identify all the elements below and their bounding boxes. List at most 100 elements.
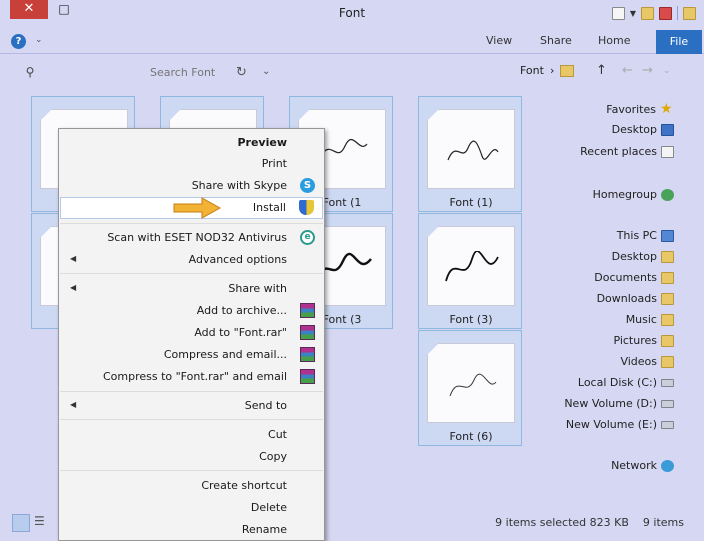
drive-icon (661, 378, 674, 387)
recent-locations-icon[interactable]: ⌄ (663, 66, 671, 76)
nav-label: Favorites (606, 102, 656, 116)
details-view-button[interactable] (34, 514, 52, 532)
nav-homegroup[interactable]: Homegroup (593, 188, 674, 201)
nav-pc-desktop[interactable]: Desktop (612, 250, 674, 263)
font-file-icon (427, 343, 515, 423)
computer-icon (661, 229, 674, 242)
file-tile[interactable]: Font (3) (418, 213, 522, 329)
menu-item-scan-eset[interactable]: Scan with ESET NOD32 Antivirus e (60, 228, 323, 248)
menu-item-compress-email[interactable]: Compress and email... (60, 345, 323, 365)
submenu-arrow-icon: ◀ (70, 283, 77, 292)
file-tile[interactable]: Font (1) (418, 96, 522, 212)
nav-desktop[interactable]: Desktop (612, 123, 674, 136)
menu-item-cut[interactable]: Cut (60, 425, 323, 445)
nav-pictures[interactable]: Pictures (613, 334, 674, 347)
quick-access-toolbar: ▼ (611, 5, 696, 21)
navigation-pane: Favorites ★ Desktop Recent places Homegr… (540, 96, 704, 496)
nav-label: Recent places (580, 145, 657, 158)
drive-icon (661, 399, 674, 408)
explorer-folder-icon (683, 6, 696, 20)
menu-item-label: Compress and email... (163, 348, 287, 361)
breadcrumb[interactable]: Font › (520, 64, 575, 77)
nav-label: Homegroup (592, 188, 657, 201)
menu-item-label: Create shortcut (201, 479, 287, 492)
menu-item-label: Copy (259, 450, 287, 463)
nav-new-volume-e[interactable]: New Volume (E:) (566, 418, 674, 431)
nav-label: Desktop (611, 123, 657, 136)
nav-label: Pictures (613, 334, 657, 347)
nav-videos[interactable]: Videos (620, 355, 674, 368)
menu-item-rename[interactable]: Rename (60, 520, 323, 540)
chevron-down-icon[interactable]: ⌄ (35, 35, 43, 45)
nav-new-volume-d[interactable]: New Volume (D:) (564, 397, 674, 410)
back-arrow-icon[interactable]: → (642, 63, 653, 78)
menu-item-print[interactable]: Print (60, 154, 323, 174)
menu-item-share-skype[interactable]: Share with Skype S (60, 176, 323, 196)
winrar-icon (300, 303, 315, 318)
menu-item-preview[interactable]: Preview (60, 133, 323, 153)
menu-separator (60, 223, 323, 224)
signature-preview (447, 140, 499, 161)
tab-home[interactable]: Home (598, 34, 630, 47)
network-icon (661, 459, 674, 472)
menu-item-label: Print (261, 157, 287, 170)
tab-share[interactable]: Share (540, 34, 572, 47)
customize-qat-icon[interactable]: ▼ (630, 9, 636, 18)
menu-item-create-shortcut[interactable]: Create shortcut (60, 476, 323, 496)
menu-item-label: Advanced options (188, 253, 287, 266)
winrar-icon (300, 325, 315, 340)
new-folder-icon[interactable] (641, 6, 654, 20)
tab-file[interactable]: File (656, 30, 702, 54)
menu-item-share-with[interactable]: ◀ Share with (60, 279, 323, 299)
menu-item-add-font-rar[interactable]: Add to "Font.rar" (60, 323, 323, 343)
nav-local-disk[interactable]: Local Disk (C:) (578, 376, 674, 389)
menu-item-delete[interactable]: Delete (60, 498, 323, 518)
nav-label: This PC (616, 229, 657, 242)
search-icon[interactable]: ⚲ (20, 65, 40, 79)
nav-documents[interactable]: Documents (594, 271, 674, 284)
recent-places-icon (661, 145, 674, 158)
address-bar: ⚲ ↻ ⌄ Font › ↑ ← → ⌄ (0, 54, 704, 88)
menu-item-label: Send to (244, 399, 287, 412)
menu-item-label: Share with Skype (191, 179, 287, 192)
help-icon[interactable]: ? (11, 34, 26, 49)
up-arrow-icon[interactable]: ↑ (596, 63, 607, 78)
undo-icon[interactable] (659, 6, 672, 20)
tab-view[interactable]: View (486, 34, 512, 47)
nav-label: Local Disk (C:) (577, 376, 657, 389)
folder-icon (661, 250, 674, 263)
menu-item-send-to[interactable]: ◀ Send to (60, 396, 323, 416)
search-input[interactable] (150, 65, 230, 79)
chevron-right-icon[interactable]: › (550, 64, 554, 77)
menu-item-compress-font-email[interactable]: Compress to "Font.rar" and email (60, 367, 323, 387)
homegroup-icon (661, 188, 674, 201)
font-file-icon (427, 109, 515, 189)
nav-label: Desktop (611, 250, 657, 263)
menu-item-advanced-options[interactable]: ◀ Advanced options (60, 250, 323, 270)
nav-favorites[interactable]: Favorites ★ (606, 102, 674, 116)
menu-item-label: Scan with ESET NOD32 Antivirus (107, 231, 287, 244)
nav-downloads[interactable]: Downloads (597, 292, 674, 305)
font-file-icon (427, 226, 515, 306)
properties-icon[interactable] (611, 6, 625, 20)
large-icons-view-button[interactable] (12, 514, 30, 532)
menu-item-copy[interactable]: Copy (60, 447, 323, 467)
forward-arrow-icon[interactable]: ← (622, 63, 633, 78)
context-menu: Preview Print Share with Skype S Install… (58, 128, 325, 541)
search-box[interactable]: ⚲ (20, 62, 230, 82)
menu-item-label: Delete (250, 501, 287, 514)
breadcrumb-font[interactable]: Font (520, 64, 544, 77)
address-dropdown-icon[interactable]: ⌄ (262, 66, 270, 77)
nav-music[interactable]: Music (626, 313, 674, 326)
menu-item-label: Install (252, 201, 286, 214)
nav-network[interactable]: Network (611, 459, 674, 472)
menu-item-add-archive[interactable]: Add to archive... (60, 301, 323, 321)
file-tile[interactable]: Font (6) (418, 330, 522, 446)
window-title: Font (338, 6, 366, 20)
refresh-icon[interactable]: ↻ (236, 65, 247, 80)
menu-separator (60, 273, 323, 274)
nav-recent-places[interactable]: Recent places (580, 145, 674, 158)
folder-icon (661, 334, 674, 347)
nav-this-pc[interactable]: This PC (617, 229, 674, 242)
signature-preview (449, 373, 497, 397)
